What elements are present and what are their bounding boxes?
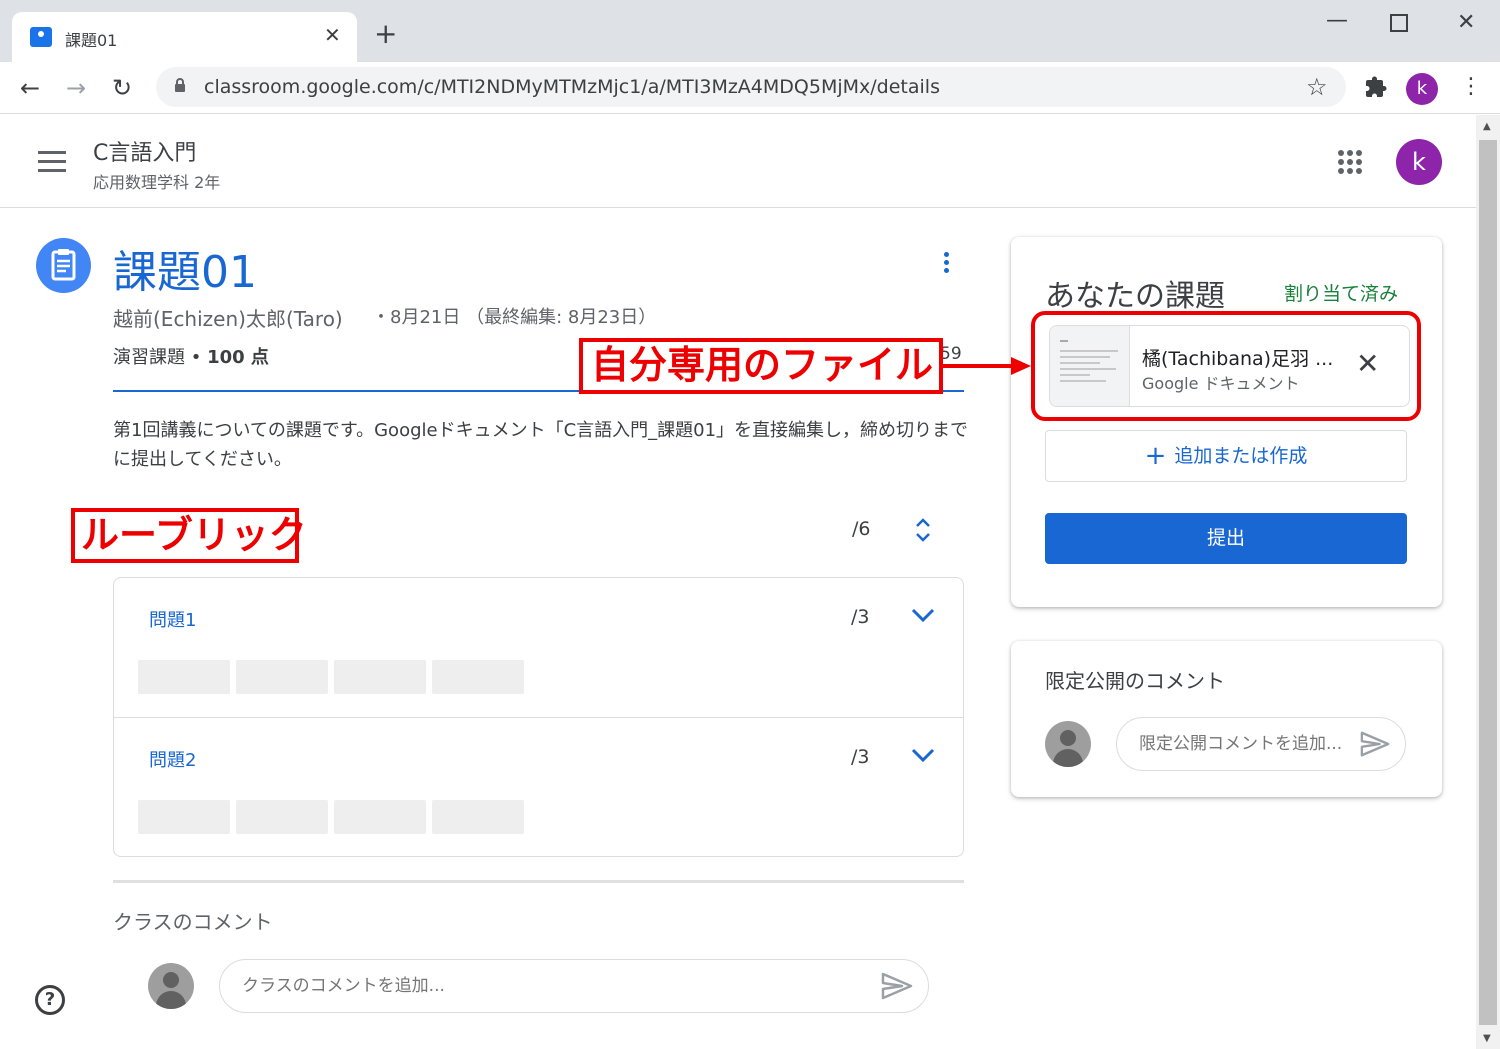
annotation-arrow (943, 357, 1031, 375)
status-badge: 割り当て済み (1284, 283, 1399, 305)
add-or-create-button[interactable]: + 追加または作成 (1045, 430, 1407, 482)
browser-toolbar: ← → ↻ classroom.google.com/c/MTI2NDMyMTM… (0, 62, 1500, 114)
assignment-icon (36, 238, 91, 293)
private-comments-title: 限定公開のコメント (1045, 669, 1225, 693)
avatar (1045, 721, 1091, 767)
class-comment-input[interactable] (219, 959, 929, 1013)
help-icon[interactable]: ? (35, 985, 65, 1015)
criterion-name: 問題2 (149, 750, 197, 771)
criterion-points: /3 (851, 746, 870, 768)
divider (113, 880, 964, 883)
file-type: Google ドキュメント (1142, 374, 1300, 393)
criterion-points: /3 (851, 606, 870, 628)
app-header: C言語入門 応用数理学科 2年 k (0, 115, 1476, 208)
course-section: 応用数理学科 2年 (93, 173, 221, 192)
more-options-icon[interactable] (936, 252, 956, 282)
your-work-title: あなたの課題 (1045, 279, 1225, 314)
scroll-down-icon[interactable]: ▼ (1483, 1033, 1491, 1044)
rubric-total: /6 (852, 518, 871, 540)
extensions-icon[interactable] (1364, 75, 1388, 99)
assignment-description: 第1回講義についての課題です。Googleドキュメント「C言語入門_課題01」を… (113, 420, 969, 470)
expand-collapse-icon[interactable] (912, 514, 934, 546)
criterion-levels (138, 800, 530, 834)
add-or-create-label: 追加または作成 (1174, 445, 1308, 467)
rubric-annotation: ルーブリック (71, 508, 307, 563)
rubric: 問題1 /3 問題2 /3 (113, 577, 964, 857)
class-comments-title: クラスのコメント (113, 910, 273, 934)
back-icon[interactable]: ← (20, 74, 40, 102)
document-thumbnail (1050, 326, 1130, 406)
course-name[interactable]: C言語入門 (93, 135, 196, 167)
account-avatar[interactable]: k (1396, 139, 1442, 185)
browser-profile-avatar[interactable]: k (1406, 73, 1438, 105)
chevron-down-icon[interactable] (910, 746, 936, 764)
assignment-points: 演習課題 • 100 点 (113, 343, 269, 369)
attachment-highlight: 橘(Tachibana)足羽 ... Google ドキュメント ✕ (1031, 311, 1421, 421)
lock-icon (175, 78, 185, 92)
classroom-favicon-icon (30, 27, 52, 47)
tab-title: 課題01 (65, 31, 118, 50)
private-comments-card: 限定公開のコメント (1011, 641, 1442, 797)
assignment-title: 課題01 (113, 247, 257, 298)
your-work-card: あなたの課題 割り当て済み 橘(Tachibana)足羽 ... Google … (1011, 237, 1442, 607)
assignment-dates: ・8月21日 （最終編集: 8月23日） (372, 307, 657, 328)
send-icon[interactable] (880, 970, 914, 1002)
scrollbar-thumb[interactable] (1479, 140, 1497, 1025)
new-tab-icon[interactable]: + (374, 20, 397, 48)
window-close-icon[interactable]: ✕ (1457, 10, 1475, 35)
points-type: 演習課題 • (113, 347, 208, 368)
scrollbar[interactable]: ▲ ▼ (1476, 115, 1500, 1049)
attachment-card[interactable]: 橘(Tachibana)足羽 ... Google ドキュメント ✕ (1049, 325, 1410, 407)
minimize-icon[interactable]: — (1326, 8, 1348, 33)
avatar (148, 963, 194, 1009)
hamburger-menu-icon[interactable] (38, 151, 66, 172)
points-value: 100 点 (207, 347, 269, 368)
file-name: 橘(Tachibana)足羽 ... (1142, 348, 1334, 370)
browser-tab[interactable]: 課題01 ✕ (12, 12, 357, 62)
close-tab-icon[interactable]: ✕ (324, 23, 341, 47)
file-annotation-label: 自分専用のファイル (579, 338, 943, 394)
address-bar[interactable]: classroom.google.com/c/MTI2NDMyMTMzMjc1/… (156, 67, 1346, 107)
assignment-author: 越前(Echizen)太郎(Taro) (113, 307, 343, 331)
rubric-criterion[interactable]: 問題2 /3 (114, 717, 963, 856)
send-icon[interactable] (1359, 729, 1391, 759)
bookmark-star-icon[interactable]: ☆ (1306, 73, 1328, 101)
scroll-up-icon[interactable]: ▲ (1483, 121, 1491, 132)
reload-icon[interactable]: ↻ (112, 74, 132, 102)
forward-icon[interactable]: → (66, 74, 86, 102)
rubric-criterion[interactable]: 問題1 /3 (114, 578, 963, 717)
chevron-down-icon[interactable] (910, 606, 936, 624)
remove-attachment-icon[interactable]: ✕ (1356, 350, 1379, 378)
plus-icon: + (1144, 441, 1167, 471)
criterion-levels (138, 660, 530, 694)
browser-tabstrip: 課題01 ✕ + — ✕ (0, 0, 1500, 62)
criterion-name: 問題1 (149, 610, 197, 631)
url-text: classroom.google.com/c/MTI2NDMyMTMzMjc1/… (204, 76, 940, 98)
apps-grid-icon[interactable] (1338, 150, 1362, 174)
maximize-icon[interactable] (1390, 14, 1408, 32)
submit-button[interactable]: 提出 (1045, 513, 1407, 564)
browser-menu-icon[interactable]: ⋮ (1460, 74, 1482, 99)
